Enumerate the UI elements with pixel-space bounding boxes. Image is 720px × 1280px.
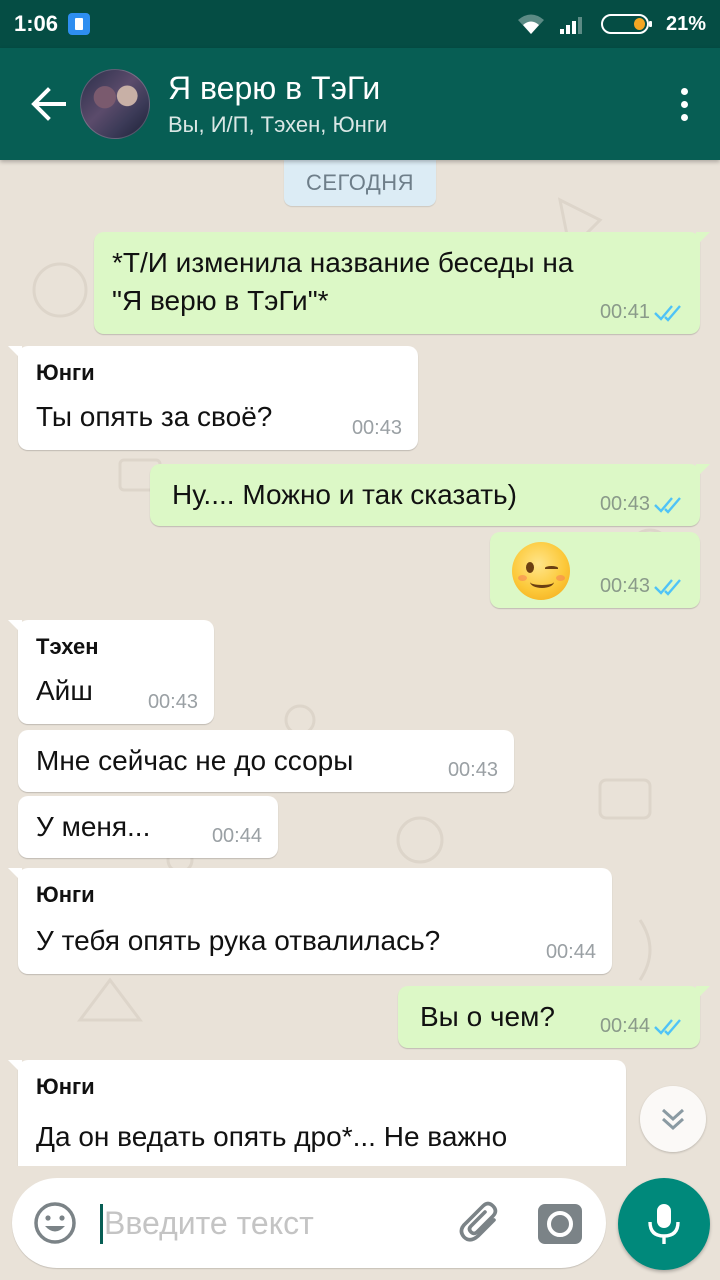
back-button[interactable] — [16, 48, 80, 160]
text-caret — [100, 1204, 103, 1244]
message-time: 00:44 — [545, 941, 596, 963]
message-time: 00:43 — [447, 759, 498, 781]
message-meta: 00:43 — [600, 575, 684, 598]
message-text: Ты опять за своё? — [36, 401, 273, 432]
incoming-message[interactable]: Юнги У тебя опять рука отвалилась? 00:44 — [8, 868, 612, 974]
date-divider: СЕГОДНЯ — [284, 160, 436, 206]
chat-header: Я верю в ТэГи Вы, И/П, Тэхен, Юнги — [0, 48, 720, 160]
message-text: У меня... — [36, 811, 151, 842]
chat-title-block[interactable]: Я верю в ТэГи Вы, И/П, Тэхен, Юнги — [168, 68, 387, 140]
message-time: 00:43 — [599, 575, 650, 597]
bubble-tail — [8, 868, 22, 882]
winking-face-emoji — [512, 542, 570, 600]
outgoing-message[interactable]: Вы о чем? 00:44 — [398, 986, 710, 1048]
double-check-icon — [654, 578, 681, 596]
wifi-icon — [517, 14, 544, 34]
message-meta: 00:43 — [148, 691, 198, 714]
more-options-button[interactable] — [654, 48, 714, 160]
message-text: Айш — [36, 675, 93, 706]
bubble-tail — [696, 464, 710, 478]
sender-name: Юнги — [36, 1074, 95, 1099]
message-time: 00:43 — [599, 493, 650, 515]
message-text: Вы о чем? — [420, 1001, 555, 1032]
outgoing-emoji-message[interactable]: 00:43 — [490, 532, 700, 608]
double-check-icon — [654, 304, 681, 322]
scroll-to-bottom-button[interactable] — [640, 1086, 706, 1152]
compose-bar — [0, 1166, 720, 1280]
bubble-tail — [8, 1060, 22, 1074]
message-time: 00:43 — [351, 417, 402, 439]
bubble-tail — [8, 620, 22, 634]
message-meta: 00:43 — [352, 417, 402, 440]
bubble-tail — [696, 986, 710, 1000]
voice-record-button[interactable] — [618, 1178, 710, 1270]
message-text: Мне сейчас не до ссоры — [36, 745, 354, 776]
incoming-message[interactable]: У меня... 00:44 — [18, 796, 278, 858]
message-text: Да он ведать опять дро*... Не важно — [36, 1121, 508, 1152]
arrow-left-icon — [31, 87, 66, 121]
sender-name: Юнги — [36, 360, 95, 385]
double-check-icon — [654, 496, 681, 514]
message-list[interactable]: СЕГОДНЯ *Т/И изменила название беседы на… — [0, 160, 720, 1166]
chat-title: Я верю в ТэГи — [168, 70, 381, 106]
signal-icon — [559, 17, 582, 34]
more-vert-icon — [680, 87, 688, 95]
incoming-message[interactable]: Мне сейчас не до ссоры 00:43 — [18, 730, 514, 792]
camera-icon[interactable] — [536, 1200, 584, 1246]
sender-name: Тэхен — [36, 634, 99, 659]
bubble-tail — [696, 232, 710, 246]
bubble-tail — [8, 346, 22, 360]
incoming-message[interactable]: Юнги Ты опять за своё? 00:43 — [8, 346, 418, 450]
message-text: *Т/И изменила название беседы на "Я верю… — [112, 247, 574, 316]
chevron-double-down-icon — [661, 1108, 685, 1131]
double-check-icon — [654, 1018, 681, 1036]
message-time: 00:44 — [599, 1015, 650, 1037]
status-indicators: 21% — [516, 12, 706, 36]
message-text: Ну.... Можно и так сказать) — [172, 479, 517, 510]
message-time: 00:43 — [147, 691, 198, 713]
paperclip-icon[interactable] — [456, 1198, 506, 1248]
message-meta: 00:43 — [600, 493, 684, 516]
battery-icon — [600, 14, 652, 34]
message-meta: 00:41 — [600, 301, 684, 324]
message-input[interactable] — [104, 1198, 444, 1248]
message-text: У тебя опять рука отвалилась? — [36, 925, 441, 956]
battery-percent: 21% — [665, 12, 706, 35]
smiley-icon[interactable] — [32, 1200, 78, 1246]
message-time: 00:44 — [211, 825, 262, 847]
compose-field — [12, 1178, 606, 1268]
group-avatar[interactable] — [80, 69, 150, 139]
message-time: 00:41 — [599, 301, 650, 323]
chat-participants: Вы, И/П, Тэхен, Юнги — [168, 112, 388, 137]
incoming-message[interactable]: Тэхен Айш 00:43 — [8, 620, 214, 724]
message-meta: 00:44 — [600, 1015, 684, 1038]
message-meta: 00:44 — [212, 825, 262, 848]
microphone-icon — [648, 1204, 680, 1244]
status-time: 1:06 — [14, 11, 59, 36]
message-meta: 00:44 — [546, 941, 596, 964]
outgoing-message[interactable]: Ну.... Можно и так сказать) 00:43 — [150, 464, 710, 526]
notification-app-icon — [68, 13, 91, 35]
outgoing-message[interactable]: *Т/И изменила название беседы на "Я верю… — [94, 232, 710, 334]
message-meta: 00:43 — [448, 759, 498, 782]
status-bar: 1:06 21% — [0, 0, 720, 48]
incoming-message[interactable]: Юнги Да он ведать опять дро*... Не важно — [8, 1060, 626, 1166]
sender-name: Юнги — [36, 882, 95, 907]
